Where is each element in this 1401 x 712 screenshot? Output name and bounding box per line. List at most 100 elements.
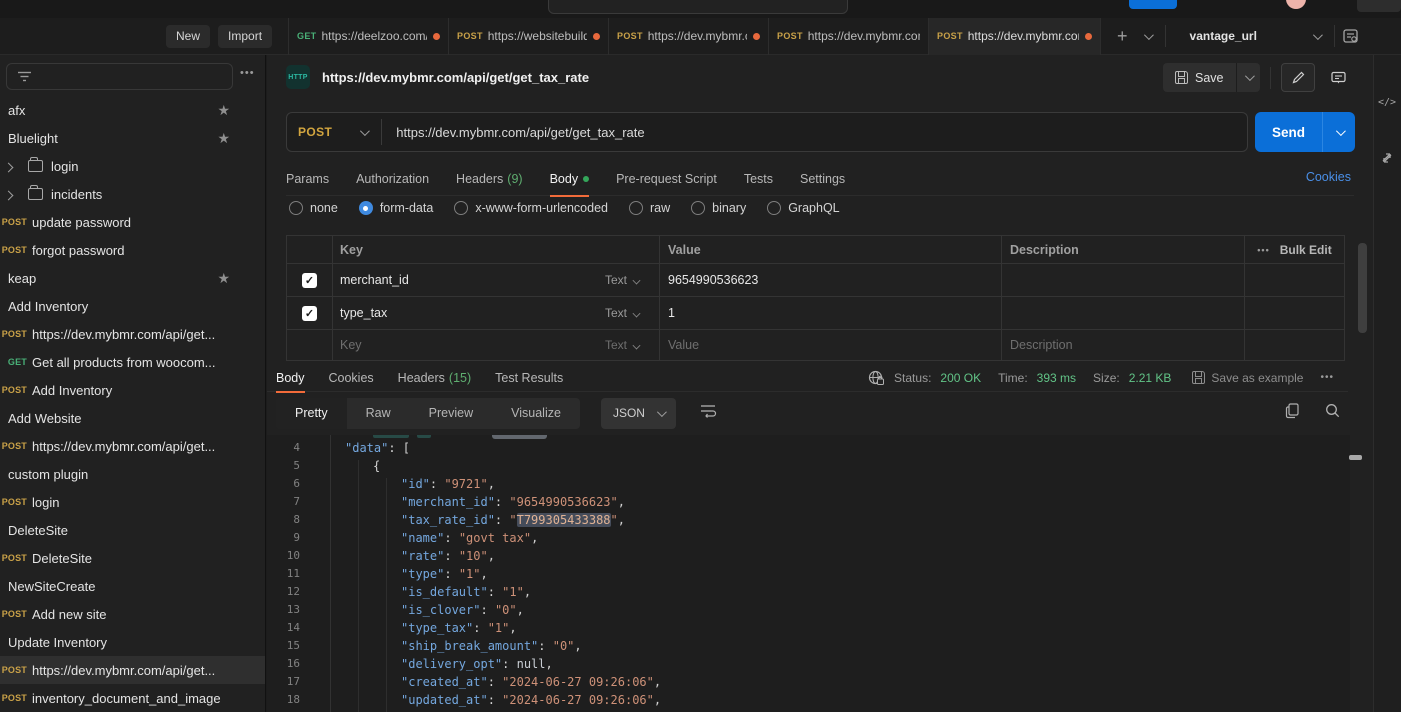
sidebar-item-custom-plugin[interactable]: custom plugin: [0, 460, 266, 488]
expand-chevron-icon[interactable]: [2, 187, 16, 202]
response-scrollbar-thumb[interactable]: [1349, 455, 1362, 460]
sidebar-item-bluelight[interactable]: Bluelight★: [0, 124, 266, 152]
window-controls[interactable]: [1357, 0, 1401, 12]
tab-headers[interactable]: Headers(9): [456, 162, 523, 196]
search-icon[interactable]: [1325, 403, 1340, 423]
expand-chevron-icon[interactable]: [2, 159, 16, 174]
response-tab-test-results[interactable]: Test Results: [495, 364, 563, 392]
url-input[interactable]: [382, 125, 1247, 140]
request-tab[interactable]: POSThttps://dev.mybmr.com: [769, 18, 929, 55]
sidebar-item-get-all-products-from-woocom-[interactable]: GETGet all products from woocom...: [0, 348, 266, 376]
request-tab[interactable]: GEThttps://deelzoo.com/wp: [289, 18, 449, 55]
row-checkbox[interactable]: ✓: [302, 306, 317, 321]
new-button[interactable]: New: [166, 25, 210, 48]
sidebar-more-icon[interactable]: •••: [240, 67, 255, 79]
save-options-chevron-icon[interactable]: [1236, 63, 1260, 92]
send-options-chevron-icon[interactable]: [1322, 112, 1355, 152]
type-selector[interactable]: Text: [605, 264, 659, 296]
wrap-lines-icon[interactable]: [700, 404, 717, 423]
sidebar-item-https-dev-mybmr-com-api-get-[interactable]: POSThttps://dev.mybmr.com/api/get...: [0, 432, 266, 460]
sidebar-item-add-inventory[interactable]: POSTAdd Inventory: [0, 376, 266, 404]
sync-arrows-icon[interactable]: [1380, 151, 1394, 168]
tab-settings[interactable]: Settings: [800, 162, 845, 196]
sidebar-item-newsitecreate[interactable]: NewSiteCreate: [0, 572, 266, 600]
sidebar-filter-input[interactable]: [6, 63, 233, 90]
sidebar-item-incidents[interactable]: incidents: [0, 180, 266, 208]
request-tab[interactable]: POSThttps://dev.mybmr.cor: [609, 18, 769, 55]
global-search-input[interactable]: [548, 0, 848, 14]
sidebar-item-update-inventory[interactable]: Update Inventory: [0, 628, 266, 656]
tab-body[interactable]: Body: [550, 162, 590, 196]
form-data-placeholder-row[interactable]: KeyTextValueDescription: [287, 330, 1344, 360]
add-tab-icon[interactable]: +: [1117, 26, 1128, 47]
upgrade-button[interactable]: [1129, 0, 1177, 9]
description-cell[interactable]: Description: [1001, 330, 1244, 360]
sidebar-item-login[interactable]: POSTlogin: [0, 488, 266, 516]
view-raw[interactable]: Raw: [347, 398, 410, 429]
star-icon[interactable]: ★: [217, 270, 230, 287]
sidebar-item-keap[interactable]: keap★: [0, 264, 266, 292]
body-mode-GraphQL[interactable]: GraphQL: [767, 201, 839, 215]
environment-chevron-icon[interactable]: [1313, 33, 1320, 40]
value-cell[interactable]: 1: [659, 297, 1001, 329]
import-button[interactable]: Import: [218, 25, 272, 48]
value-cell[interactable]: Value: [659, 330, 1001, 360]
copy-icon[interactable]: [1285, 403, 1300, 424]
sidebar-item-deletesite[interactable]: POSTDeleteSite: [0, 544, 266, 572]
response-tab-headers[interactable]: Headers(15): [398, 364, 471, 392]
sidebar-item-add-inventory[interactable]: Add Inventory: [0, 292, 266, 320]
body-mode-raw[interactable]: raw: [629, 201, 670, 215]
row-checkbox[interactable]: ✓: [302, 273, 317, 288]
response-tab-cookies[interactable]: Cookies: [329, 364, 374, 392]
sidebar-item-https-dev-mybmr-com-api-get-[interactable]: POSThttps://dev.mybmr.com/api/get...: [0, 656, 266, 684]
form-data-row[interactable]: ✓ type_taxText1: [287, 297, 1344, 330]
key-cell[interactable]: type_tax: [332, 297, 605, 329]
format-selector[interactable]: JSON: [601, 398, 676, 429]
save-button[interactable]: Save: [1163, 63, 1260, 92]
sidebar-item-https-dev-mybmr-com-api-get-[interactable]: POSThttps://dev.mybmr.com/api/get...: [0, 320, 266, 348]
value-cell[interactable]: 9654990536623: [659, 264, 1001, 296]
sidebar-item-add-new-site[interactable]: POSTAdd new site: [0, 600, 266, 628]
request-tab[interactable]: POSThttps://websitebuilder: [449, 18, 609, 55]
type-selector[interactable]: Text: [605, 297, 659, 329]
send-button[interactable]: Send: [1255, 112, 1355, 152]
table-scrollbar-thumb[interactable]: [1358, 243, 1367, 333]
view-visualize[interactable]: Visualize: [492, 398, 580, 429]
view-pretty[interactable]: Pretty: [276, 398, 347, 429]
sidebar-item-add-website[interactable]: Add Website: [0, 404, 266, 432]
environment-selector[interactable]: vantage_url: [1190, 29, 1257, 43]
sidebar-item-update-password[interactable]: POSTupdate password: [0, 208, 266, 236]
body-mode-x-www-form-urlencoded[interactable]: x-www-form-urlencoded: [454, 201, 608, 215]
description-cell[interactable]: [1001, 264, 1244, 296]
tab-params[interactable]: Params: [286, 162, 329, 196]
bulk-edit-button[interactable]: •••Bulk Edit: [1244, 236, 1344, 263]
star-icon[interactable]: ★: [217, 102, 230, 119]
sidebar-item-inventory-document-and-image[interactable]: POSTinventory_document_and_image: [0, 684, 266, 712]
body-mode-binary[interactable]: binary: [691, 201, 746, 215]
sidebar-item-forgot-password[interactable]: POSTforgot password: [0, 236, 266, 264]
cookies-link[interactable]: Cookies: [1306, 170, 1351, 184]
response-tab-body[interactable]: Body: [276, 364, 305, 392]
request-tab[interactable]: POSThttps://dev.mybmr.cor: [929, 18, 1101, 55]
method-selector[interactable]: POST: [287, 125, 381, 139]
sidebar-item-login[interactable]: login: [0, 152, 266, 180]
user-avatar[interactable]: [1286, 0, 1306, 9]
save-as-example-button[interactable]: Save as example: [1192, 371, 1303, 385]
environment-quick-look-icon[interactable]: [1343, 29, 1359, 44]
sidebar-item-afx[interactable]: afx★: [0, 96, 266, 124]
view-preview[interactable]: Preview: [410, 398, 492, 429]
type-selector[interactable]: Text: [605, 330, 659, 360]
star-icon[interactable]: ★: [217, 130, 230, 147]
description-cell[interactable]: [1001, 297, 1244, 329]
code-snippet-icon[interactable]: </>: [1378, 97, 1396, 108]
tab-authorization[interactable]: Authorization: [356, 162, 429, 196]
network-globe-icon[interactable]: [868, 370, 885, 386]
response-more-icon[interactable]: •••: [1320, 372, 1334, 383]
body-mode-none[interactable]: none: [289, 201, 338, 215]
tab-pre-request-script[interactable]: Pre-request Script: [616, 162, 717, 196]
key-cell[interactable]: Key: [332, 330, 605, 360]
tab-tests[interactable]: Tests: [744, 162, 773, 196]
key-cell[interactable]: merchant_id: [332, 264, 605, 296]
comment-button[interactable]: [1322, 63, 1354, 92]
body-mode-form-data[interactable]: form-data: [359, 201, 434, 215]
